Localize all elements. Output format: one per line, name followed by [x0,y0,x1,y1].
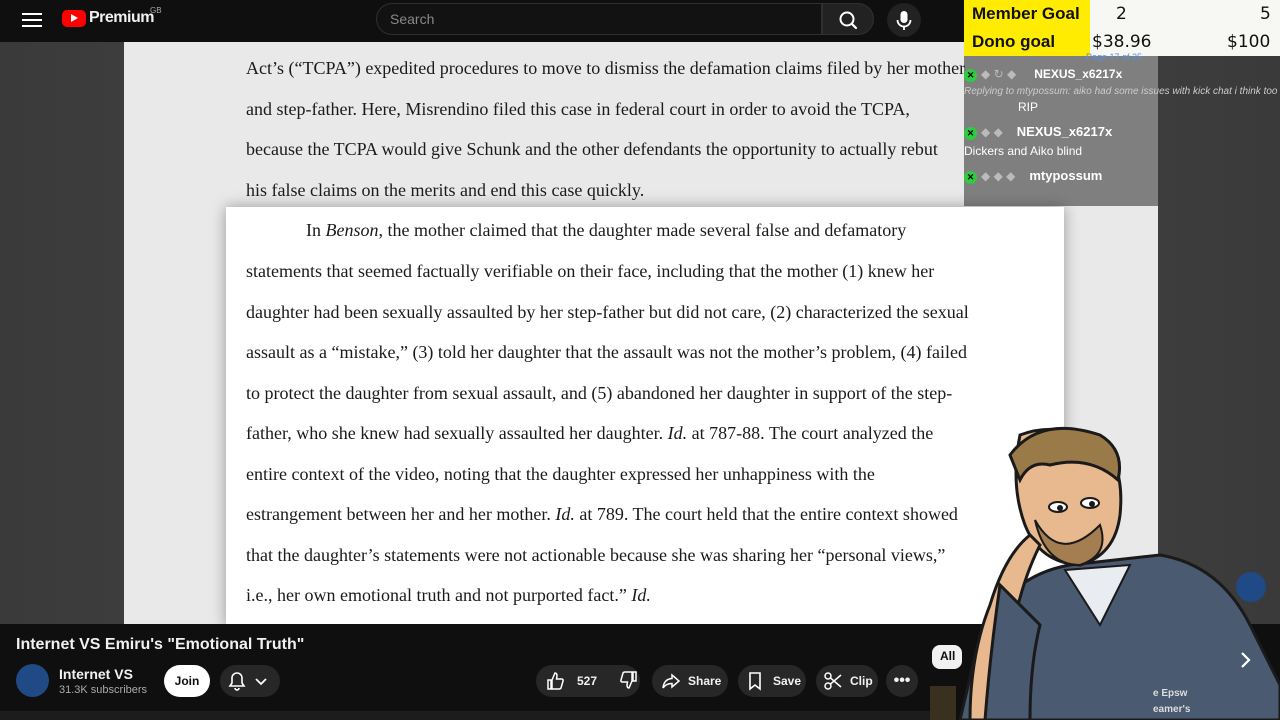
dono-goal-label: Dono goal [964,28,1090,56]
save-button[interactable]: Save [738,665,806,697]
thumbs-up-icon [547,672,564,690]
related-title-line: eamer's [1153,704,1191,715]
chat-username: NEXUS_x6217x [1016,124,1113,139]
like-count: 527 [577,674,598,688]
moderator-badge-icon: ✕ [964,170,977,184]
join-button[interactable]: Join [164,665,210,697]
more-icon: ••• [893,672,911,689]
document-line: and step-father. Here, Misrendino filed … [246,99,910,119]
search-icon [839,11,858,30]
dono-goal-target: $100 [1227,32,1271,52]
moderator-badge-icon: ✕ [964,68,977,82]
thumbs-down-icon [620,670,637,689]
like-dislike-group: 527 [536,665,640,697]
related-title-line: e Epsw [1153,688,1188,699]
related-video-thumbnail[interactable] [930,686,956,720]
youtube-logo[interactable]: Premium GB [62,6,162,27]
search-input[interactable] [377,4,821,34]
search-box[interactable] [376,3,822,35]
document-line: In Benson, the mother claimed that the d… [306,220,907,240]
member-goal-row: Member Goal 2 5 [964,0,1280,28]
like-button[interactable]: 527 [536,670,597,692]
channel-name[interactable]: Internet VS [59,666,133,682]
stream-goals-panel: Member Goal 2 5 Dono goal $38.96 $100 [964,0,1280,56]
document-line: to protect the daughter from sexual assa… [246,383,953,403]
more-actions-button[interactable]: ••• [886,665,918,697]
youtube-play-icon [62,9,86,27]
region-code: GB [150,6,162,15]
chevron-right-icon[interactable] [1236,648,1256,672]
emote-icon: ◆ ↻ ◆ [981,67,1017,81]
logo-text: Premium [89,9,154,26]
member-goal-target: 5 [1260,4,1271,24]
microphone-icon [896,11,912,30]
clip-label: Clip [850,674,873,688]
notification-button[interactable] [220,665,280,697]
video-title: Internet VS Emiru's "Emotional Truth" [16,636,305,653]
share-label: Share [688,674,722,688]
chip-all[interactable]: All [932,645,962,669]
channel-avatar[interactable] [16,664,49,697]
emote-icon: ◆ ◆ [981,125,1003,139]
bell-icon [228,672,267,691]
document-line: father, who she knew had sexually assaul… [246,423,934,443]
document-line: i.e., her own emotional truth and not pu… [246,585,651,605]
share-button[interactable]: Share [652,665,728,697]
document-line: statements that seemed factually verifia… [246,261,935,281]
document-line: daughter had been sexually assaulted by … [246,302,969,322]
chat-message: ✕ ◆ ↻ ◆ NEXUS_x6217x [964,67,1122,82]
save-label: Save [773,674,802,688]
scissors-icon [824,672,842,690]
chat-message: ✕ ◆ ◆ NEXUS_x6217x [964,124,1112,140]
bookmark-icon [749,672,761,691]
bottom-edge [0,711,930,720]
search-button[interactable] [822,3,874,35]
subscriber-count: 31.3K subscribers [59,684,148,696]
moderator-badge-icon: ✕ [964,126,977,140]
dono-goal-current: $38.96 [1092,32,1152,52]
document-line: that the daughter’s statements were not … [246,545,946,565]
chat-message-text: Dickers and Aiko blind [964,144,1083,158]
chat-username: NEXUS_x6217x [1034,67,1123,81]
document-line: his false claims on the merits and end t… [246,180,645,200]
chat-message: ✕ ◆ ◆ ◆ mtypossum [964,168,1102,184]
page-indicator: Page 17 of 25 [1086,52,1143,62]
chat-reply-context: Replying to mtypossum: aiko had some iss… [964,86,1278,97]
document-line: assault as a “mistake,” (3) told her dau… [246,342,967,362]
voice-search-button[interactable] [887,3,921,37]
related-video-title[interactable]: e Epsw eamer's [1153,686,1190,718]
document-line: Act’s (“TCPA”) expedited procedures to m… [246,58,966,78]
document-line: because the TCPA would give Schunk and t… [246,139,938,159]
member-goal-current: 2 [1116,4,1127,24]
emote-icon: ◆ ◆ ◆ [981,169,1016,183]
document-line: entire context of the video, noting that… [246,464,875,484]
channel-watermark-icon[interactable] [1236,572,1266,602]
member-goal-label: Member Goal [964,0,1090,28]
share-icon [662,673,681,689]
youtube-watch-page: Premium GB Act’s (“TCPA”) expedited proc… [0,0,1280,720]
vtuber-character [958,426,1280,720]
document-line: estrangement between her and her mother.… [246,504,958,524]
clip-button[interactable]: Clip [816,665,878,697]
dislike-button[interactable] [618,669,640,694]
chat-username: mtypossum [1029,168,1103,183]
chat-message-text: RIP [1018,100,1039,114]
menu-icon[interactable] [20,9,44,33]
